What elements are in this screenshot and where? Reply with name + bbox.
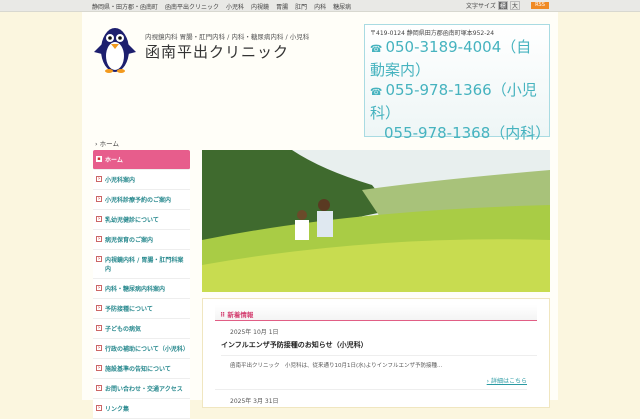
top-nav-link[interactable]: 小児科 [226,4,244,11]
sidebar-item-label: 小児科診療予約のご案内 [105,196,172,204]
top-nav-link[interactable]: 内科 [314,4,326,11]
sidebar-item-label: 行政の補助について（小児科） [105,345,189,353]
sidebar-item-label: 乳幼児健診について [105,216,159,224]
news-date: 2025年 10月 1日 [230,329,279,336]
arrow-icon: › [96,235,102,242]
hero-photo [202,150,550,292]
phone-internal[interactable]: 055-978-1368（内科） [370,123,550,143]
address: 〒419-0124 静岡県田方郡函南町塚本952-24 [370,30,495,37]
sidebar-item-label: 病児保育のご案内 [105,236,154,244]
phone-number: 055-978-1366（小児科） [370,81,537,122]
news-heading-text: 新着情報 [227,311,254,319]
sidebar-item-label: リンク集 [105,405,130,413]
font-size-standard-button[interactable]: 標 [497,1,508,10]
top-nav-link[interactable]: 胃腸 [276,4,288,11]
sidebar-item-label: 内科・糖尿病内科案内 [105,285,166,293]
arrow-icon: › [96,384,102,391]
news-more-text[interactable]: 詳細はこちら [491,378,527,385]
sidebar-item[interactable]: › 行政の補助について（小児科） [93,338,190,359]
sidebar-nav: ▪ ホーム › 小児科案内 › 小児科診療予約のご案内 › 乳幼児健診について › 病児保… [93,150,190,419]
sidebar-item-label: 内視鏡内科 / 胃腸・肛門科案内 [105,256,184,273]
phone-icon: ☎ [370,87,383,98]
arrow-icon: › [96,284,102,291]
sidebar-item[interactable]: › 病児保育のご案内 [93,229,190,250]
font-size-switcher: 文字サイズ 標 大 [466,1,520,10]
font-size-large-button[interactable]: 大 [509,1,520,10]
rss-button[interactable]: RSS [531,2,549,9]
arrow-icon: › [96,304,102,311]
arrow-icon: › [96,175,102,182]
bullet-icon: ▪ [96,156,102,162]
penguin-logo-icon[interactable] [92,24,138,74]
arrow-icon: › [96,404,102,411]
phone-pediatrics[interactable]: ☎ 055-978-1366（小児科） [370,80,544,123]
sidebar-item-home[interactable]: ▪ ホーム [93,150,190,170]
sidebar-item[interactable]: › 子どもの病気 [93,318,190,339]
news-more-link[interactable]: › 詳細はこちら [215,376,527,390]
top-nav-link[interactable]: 糖尿病 [333,4,351,11]
arrow-icon: › [96,195,102,202]
breadcrumb-home[interactable]: ホーム [100,140,119,148]
site-title[interactable]: 函南平出クリニック [145,41,289,62]
sidebar-item-label: お問い合わせ・交通アクセス [105,385,183,393]
phone-auto[interactable]: ☎ 050-3189-4004（自動案内） [370,37,544,80]
sidebar-item[interactable]: › 乳幼児健診について [93,209,190,230]
news-date: 2025年 3月 31日 [230,398,279,405]
news-heading: ⠿ 新着情報 [215,305,537,321]
sidebar-item-label: 小児科案内 [105,176,136,184]
news-title[interactable]: インフルエンザ予防接種のお知らせ（小児科） [221,340,537,356]
arrow-icon: › [96,324,102,331]
news-excerpt: 函南平出クリニック 小児科は、従来通り10月1日(水)よりインフルエンザ予防接種… [230,363,443,369]
page-container: 内視鏡内科 胃腸・肛門内科 / 内科・糖尿病内科 / 小児科 函南平出クリニック… [82,12,558,419]
top-nav-link[interactable]: 内視鏡 [251,4,269,11]
sidebar-item[interactable]: › お問い合わせ・交通アクセス [93,378,190,399]
arrow-icon: › [96,364,102,371]
arrow-icon: › [96,215,102,222]
sidebar-item[interactable]: › 内視鏡内科 / 胃腸・肛門科案内 [93,249,190,279]
sidebar-item[interactable]: › 内科・糖尿病内科案内 [93,278,190,299]
arrow-icon: › [96,255,102,262]
sidebar-item-label: 施設基準の告知について [105,365,171,373]
top-nav-link[interactable]: 肛門 [295,4,307,11]
sidebar-item[interactable]: › 小児科案内 [93,169,190,190]
sidebar-item-label: ホーム [105,157,123,164]
phone-number: 050-3189-4004（自動案内） [370,38,532,79]
header-subtitle: 内視鏡内科 胃腸・肛門内科 / 内科・糖尿病内科 / 小児科 [145,33,310,41]
news-section: ⠿ 新着情報 2025年 10月 1日 インフルエンザ予防接種のお知らせ（小児科… [202,298,550,408]
breadcrumb: › ホーム [95,140,119,148]
top-nav-link[interactable]: 函南平出クリニック [165,4,219,11]
sidebar-item[interactable]: › 施設基準の告知について [93,358,190,379]
sidebar-item-label: 子どもの病気 [105,325,142,333]
font-size-label: 文字サイズ [466,3,496,10]
sidebar-item[interactable]: › 小児科診療予約のご案内 [93,189,190,210]
top-nav-link[interactable]: 静岡県・田方郡・函南町 [92,4,158,11]
top-nav: 静岡県・田方郡・函南町 函南平出クリニック 小児科 内視鏡 胃腸 肛門 内科 糖尿病 [92,2,358,11]
contact-box: 〒419-0124 静岡県田方郡函南町塚本952-24 ☎ 050-3189-40… [364,24,550,142]
phone-number: 055-978-1368（内科） [384,124,551,142]
sidebar-item[interactable]: › リンク集 [93,398,190,419]
phone-icon: ☎ [370,44,383,55]
sidebar-item[interactable]: › 予防接種について [93,298,190,319]
arrow-icon: › [96,344,102,351]
sidebar-item-label: 予防接種について [105,305,153,313]
top-bar: 静岡県・田方郡・函南町 函南平出クリニック 小児科 内視鏡 胃腸 肛門 内科 糖尿病 文字サイ… [0,0,640,12]
